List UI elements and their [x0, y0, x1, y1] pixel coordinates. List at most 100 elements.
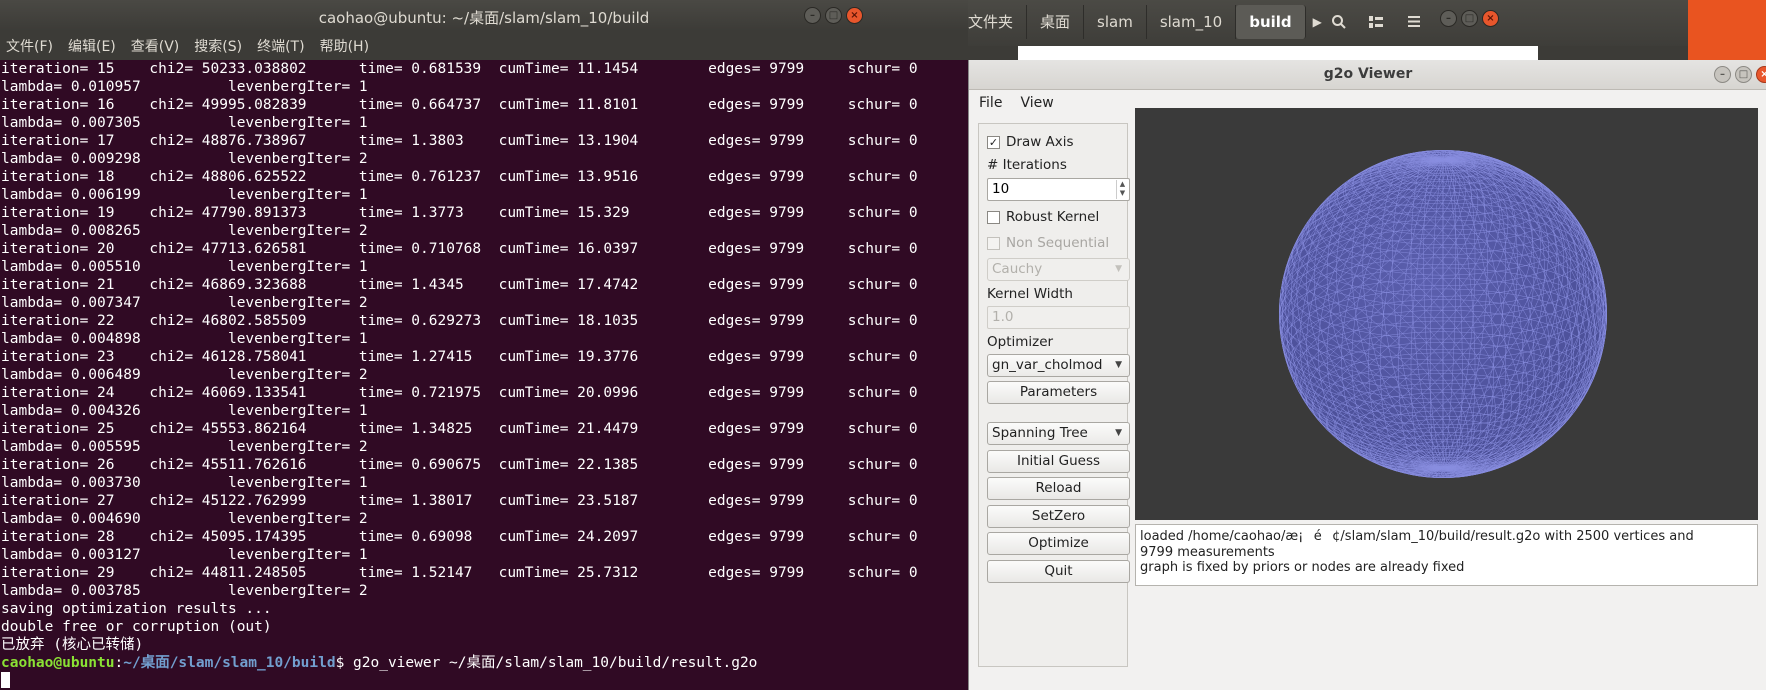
g2o-viewer-window: g2o Viewer – □ × File View ✓ Draw Axis #…	[968, 60, 1766, 690]
kernel-type-combobox: Cauchy ▼	[987, 258, 1130, 281]
terminal-output[interactable]: iteration= 15 chi2= 50233.038802 time= 0…	[0, 60, 968, 690]
view-toggle-icon[interactable]	[1358, 5, 1394, 39]
terminal-line: iteration= 16 chi2= 49995.082839 time= 0…	[1, 97, 918, 113]
terminal-line: iteration= 26 chi2= 45511.762616 time= 0…	[1, 457, 918, 473]
terminal-line: iteration= 22 chi2= 46802.585509 time= 0…	[1, 313, 918, 329]
terminal-line: iteration= 18 chi2= 48806.625522 time= 0…	[1, 169, 918, 185]
terminal-line: iteration= 21 chi2= 46869.323688 time= 1…	[1, 277, 918, 293]
terminal-line: iteration= 15 chi2= 50233.038802 time= 0…	[1, 61, 918, 77]
crumb-desktop[interactable]: 桌面	[1027, 5, 1085, 39]
terminal-line: lambda= 0.004690 levenbergIter= 2	[1, 511, 368, 527]
terminal-line: iteration= 20 chi2= 47713.626581 time= 0…	[1, 241, 918, 257]
draw-axis-checkbox[interactable]: ✓ Draw Axis	[987, 134, 1074, 150]
menu-search[interactable]: 搜索(S)	[194, 36, 242, 56]
crumb-build[interactable]: build	[1236, 5, 1306, 39]
prompt-command: $ g2o_viewer ~/桌面/slam/slam_10/build/res…	[335, 655, 758, 671]
terminal-titlebar[interactable]: caohao@ubuntu: ~/桌面/slam/slam_10/build –…	[0, 0, 968, 31]
terminal-line: double free or corruption (out)	[1, 619, 272, 635]
minimize-icon[interactable]: –	[1440, 10, 1457, 27]
terminal-line: iteration= 28 chi2= 45095.174395 time= 0…	[1, 529, 918, 545]
spin-arrows-icon[interactable]: ▲ ▼	[1116, 180, 1128, 199]
breadcrumb: 文件夹 桌面 slam slam_10 build ▶	[968, 5, 1329, 39]
terminal-line: iteration= 27 chi2= 45122.762999 time= 1…	[1, 493, 918, 509]
crumb-folder[interactable]: 文件夹	[968, 5, 1028, 39]
draw-axis-label: Draw Axis	[1006, 134, 1074, 150]
minimize-icon[interactable]: –	[1714, 66, 1731, 83]
crumb-slam10[interactable]: slam_10	[1147, 5, 1237, 39]
parameters-button[interactable]: Parameters	[987, 381, 1130, 404]
iterations-value: 10	[992, 181, 1010, 197]
minimize-icon[interactable]: –	[804, 7, 821, 24]
prompt-path: ~/桌面/slam/slam_10/build	[123, 655, 336, 671]
terminal-line: lambda= 0.003127 levenbergIter= 1	[1, 547, 368, 563]
menu-view[interactable]: View	[1020, 95, 1053, 111]
terminal-line: iteration= 23 chi2= 46128.758041 time= 1…	[1, 349, 918, 365]
terminal-line: iteration= 29 chi2= 44811.248505 time= 1…	[1, 565, 918, 581]
initial-method-combobox[interactable]: Spanning Tree ▼	[987, 422, 1130, 445]
desktop-background	[1688, 0, 1766, 60]
optimize-button[interactable]: Optimize	[987, 532, 1130, 555]
close-icon[interactable]: ×	[1482, 10, 1499, 27]
menu-file[interactable]: 文件(F)	[6, 36, 53, 56]
initial-guess-button[interactable]: Initial Guess	[987, 450, 1130, 473]
terminal-line: iteration= 25 chi2= 45553.862164 time= 1…	[1, 421, 918, 437]
crumb-slam[interactable]: slam	[1084, 5, 1147, 39]
chevron-down-icon: ▼	[1115, 360, 1122, 370]
robust-kernel-label: Robust Kernel	[1006, 209, 1100, 225]
check-icon[interactable]: ✓	[987, 135, 1000, 149]
close-icon[interactable]: ×	[846, 7, 863, 24]
chevron-down-icon: ▼	[1115, 428, 1122, 438]
terminal-line: lambda= 0.008265 levenbergIter= 2	[1, 223, 368, 239]
initial-method-value: Spanning Tree	[992, 425, 1088, 441]
close-icon[interactable]: ×	[1756, 66, 1766, 83]
pose-graph-sphere	[1279, 150, 1607, 478]
prompt-separator: :	[114, 655, 124, 671]
menu-help[interactable]: 帮助(H)	[320, 36, 369, 56]
terminal-line: iteration= 17 chi2= 48876.738967 time= 1…	[1, 133, 918, 149]
menu-edit[interactable]: 编辑(E)	[68, 36, 116, 56]
checkbox-box	[987, 236, 1000, 250]
optimizer-combobox[interactable]: gn_var_cholmod ▼	[987, 354, 1130, 377]
log-output[interactable]: loaded /home/caohao/æ¡é¢/slam/slam_10/…	[1135, 524, 1758, 586]
terminal-cursor-line	[1, 672, 968, 690]
terminal-line: lambda= 0.003730 levenbergIter= 1	[1, 475, 368, 491]
optimizer-value: gn_var_cholmod	[992, 357, 1103, 373]
terminal-line: lambda= 0.010957 levenbergIter= 1	[1, 79, 368, 95]
menu-terminal[interactable]: 终端(T)	[257, 36, 304, 56]
terminal-line: lambda= 0.003785 levenbergIter= 2	[1, 583, 368, 599]
terminal-line: 已放弃 (核心已转储)	[1, 637, 144, 653]
kernel-width-label: Kernel Width	[987, 286, 1073, 302]
iterations-spinbox[interactable]: 10 ▲ ▼	[987, 178, 1130, 201]
menu-view[interactable]: 查看(V)	[131, 36, 180, 56]
terminal-menubar: 文件(F) 编辑(E) 查看(V) 搜索(S) 终端(T) 帮助(H)	[0, 31, 968, 60]
reload-button[interactable]: Reload	[987, 477, 1130, 500]
non-sequential-label: Non Sequential	[1006, 235, 1110, 251]
maximize-icon[interactable]: □	[825, 7, 842, 24]
maximize-icon[interactable]: □	[1735, 66, 1752, 83]
terminal-line: lambda= 0.006199 levenbergIter= 1	[1, 187, 368, 203]
g2o-titlebar[interactable]: g2o Viewer – □ ×	[969, 60, 1766, 90]
checkbox-box[interactable]	[987, 210, 1000, 224]
terminal-line: lambda= 0.009298 levenbergIter= 2	[1, 151, 368, 167]
chevron-down-icon: ▼	[1115, 264, 1122, 274]
quit-button[interactable]: Quit	[987, 560, 1130, 583]
graph-viewport[interactable]	[1135, 108, 1758, 520]
kernel-width-field: 1.0	[987, 306, 1130, 329]
hamburger-menu-icon[interactable]	[1396, 5, 1432, 39]
g2o-title: g2o Viewer	[1323, 66, 1413, 82]
search-icon[interactable]	[1321, 5, 1357, 39]
terminal-line: lambda= 0.004898 levenbergIter= 1	[1, 331, 368, 347]
terminal-cursor	[1, 672, 10, 688]
terminal-line: lambda= 0.005595 levenbergIter= 2	[1, 439, 368, 455]
terminal-line: iteration= 24 chi2= 46069.133541 time= 0…	[1, 385, 918, 401]
log-line: 9799 measurements	[1140, 544, 1275, 560]
terminal-line: saving optimization results ...	[1, 601, 272, 617]
set-zero-button[interactable]: SetZero	[987, 505, 1130, 528]
log-line: loaded /home/caohao/æ¡é¢/slam/slam_10/…	[1140, 529, 1694, 544]
menu-file[interactable]: File	[979, 95, 1002, 111]
terminal-prompt-line: caohao@ubuntu:~/桌面/slam/slam_10/build$ g…	[1, 654, 968, 672]
files-window: 文件夹 桌面 slam slam_10 build ▶ – □ ×	[968, 0, 1688, 60]
maximize-icon[interactable]: □	[1461, 10, 1478, 27]
robust-kernel-checkbox[interactable]: Robust Kernel	[987, 209, 1099, 225]
control-panel: ✓ Draw Axis # Iterations 10 ▲ ▼ Robust Ke…	[978, 123, 1130, 667]
